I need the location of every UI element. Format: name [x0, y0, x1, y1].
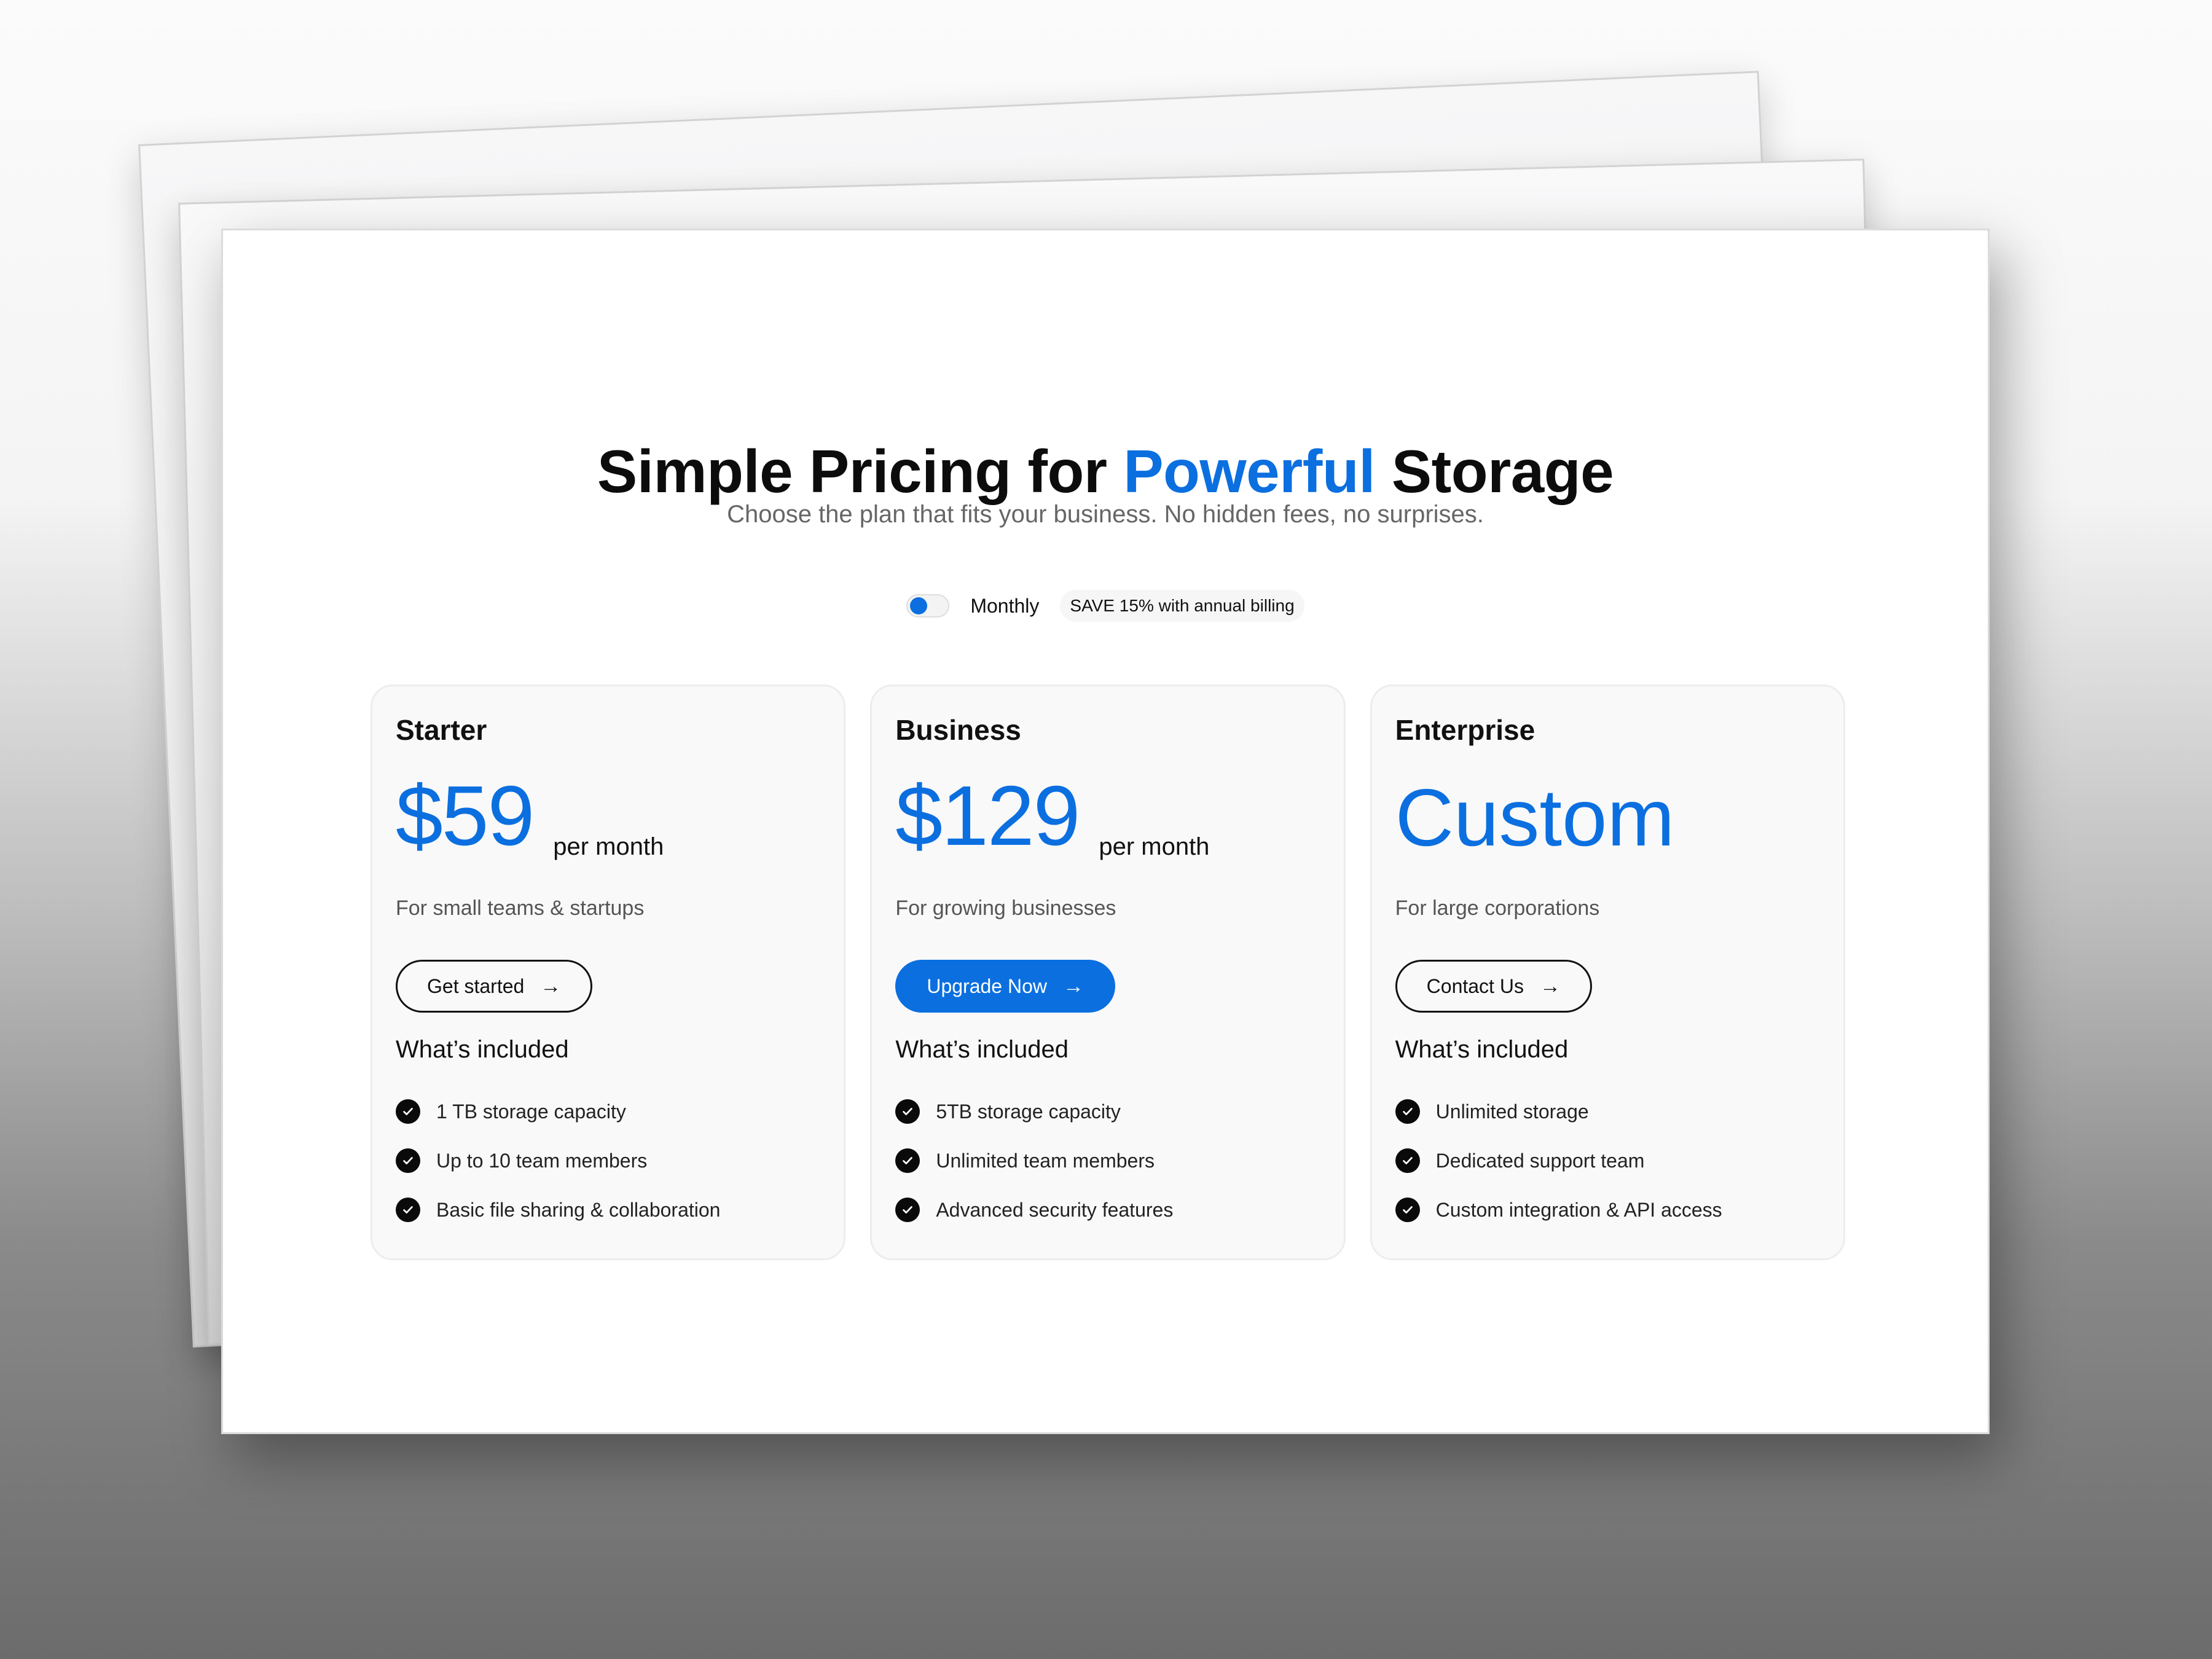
feature-text: Basic file sharing & collaboration	[436, 1198, 721, 1221]
plan-period: per month	[553, 833, 664, 860]
plan-card-starter: Starter $59 per month For small teams & …	[371, 684, 846, 1260]
feature-item: Dedicated support team	[1395, 1136, 1820, 1185]
arrow-right-icon: →	[1539, 974, 1561, 998]
feature-item: Basic file sharing & collaboration	[396, 1185, 820, 1234]
button-label: Contact Us	[1426, 975, 1524, 997]
feature-item: Unlimited team members	[895, 1136, 1320, 1185]
feature-list: 5TB storage capacity Unlimited team memb…	[895, 1087, 1320, 1234]
feature-text: Unlimited storage	[1435, 1100, 1589, 1123]
plan-price: $129	[895, 769, 1080, 863]
plan-description: For small teams & startups	[396, 896, 645, 920]
check-circle-icon	[895, 1099, 920, 1124]
get-started-button[interactable]: Get started →	[396, 960, 593, 1013]
plan-name: Business	[895, 714, 1021, 746]
feature-item: 5TB storage capacity	[895, 1087, 1320, 1136]
plan-price: $59	[396, 769, 535, 863]
plan-card-business: Business $129 per month For growing busi…	[870, 684, 1346, 1260]
button-label: Get started	[427, 975, 525, 997]
check-circle-icon	[396, 1148, 420, 1173]
feature-text: Up to 10 team members	[436, 1149, 648, 1172]
page-subtitle: Choose the plan that fits your business.…	[727, 501, 1484, 528]
feature-text: 1 TB storage capacity	[436, 1100, 626, 1123]
plan-price: Custom	[1395, 772, 1675, 863]
upgrade-now-button[interactable]: Upgrade Now →	[895, 960, 1115, 1013]
feature-text: Unlimited team members	[936, 1149, 1155, 1172]
page-title: Simple Pricing for Powerful Storage	[223, 437, 1988, 506]
plan-description: For growing businesses	[895, 896, 1116, 920]
included-heading: What’s included	[895, 1036, 1069, 1063]
feature-text: Advanced security features	[936, 1198, 1174, 1221]
feature-text: Custom integration & API access	[1435, 1198, 1722, 1221]
pricing-cards: Starter $59 per month For small teams & …	[371, 684, 1845, 1260]
billing-period-selector: Monthly SAVE 15% with annual billing	[223, 590, 1988, 622]
arrow-right-icon: →	[1062, 974, 1084, 998]
feature-item: Up to 10 team members	[396, 1136, 820, 1185]
feature-item: Custom integration & API access	[1395, 1185, 1820, 1234]
plan-description: For large corporations	[1395, 896, 1600, 920]
plan-name: Enterprise	[1395, 714, 1535, 746]
included-heading: What’s included	[396, 1036, 569, 1063]
check-circle-icon	[1395, 1198, 1420, 1222]
check-circle-icon	[895, 1148, 920, 1173]
included-heading: What’s included	[1395, 1036, 1569, 1063]
title-text: Simple Pricing for	[597, 437, 1124, 505]
button-label: Upgrade Now	[927, 975, 1047, 997]
title-accent-text: Powerful	[1123, 437, 1376, 505]
check-circle-icon	[396, 1198, 420, 1222]
check-circle-icon	[1395, 1148, 1420, 1173]
toggle-knob	[910, 597, 928, 614]
check-circle-icon	[396, 1099, 420, 1124]
plan-card-enterprise: Enterprise Custom For large corporations…	[1370, 684, 1845, 1260]
feature-list: Unlimited storage Dedicated support team…	[1395, 1087, 1820, 1234]
feature-item: 1 TB storage capacity	[396, 1087, 820, 1136]
billing-period-label: Monthly	[970, 594, 1040, 617]
contact-us-button[interactable]: Contact Us →	[1395, 960, 1592, 1013]
billing-toggle[interactable]	[906, 594, 950, 618]
feature-item: Advanced security features	[895, 1185, 1320, 1234]
price-row: $59 per month	[396, 769, 820, 863]
check-circle-icon	[1395, 1099, 1420, 1124]
title-text: Storage	[1375, 437, 1614, 505]
annual-savings-badge: SAVE 15% with annual billing	[1060, 590, 1304, 622]
arrow-right-icon: →	[540, 974, 562, 998]
price-row: Custom	[1395, 772, 1820, 858]
feature-text: Dedicated support team	[1435, 1149, 1645, 1172]
plan-name: Starter	[396, 714, 487, 746]
feature-list: 1 TB storage capacity Up to 10 team memb…	[396, 1087, 820, 1234]
price-row: $129 per month	[895, 769, 1320, 863]
check-circle-icon	[895, 1198, 920, 1222]
feature-text: 5TB storage capacity	[936, 1100, 1121, 1123]
feature-item: Unlimited storage	[1395, 1087, 1820, 1136]
plan-period: per month	[1099, 833, 1210, 860]
pricing-page: Simple Pricing for Powerful Storage Choo…	[221, 229, 1990, 1434]
